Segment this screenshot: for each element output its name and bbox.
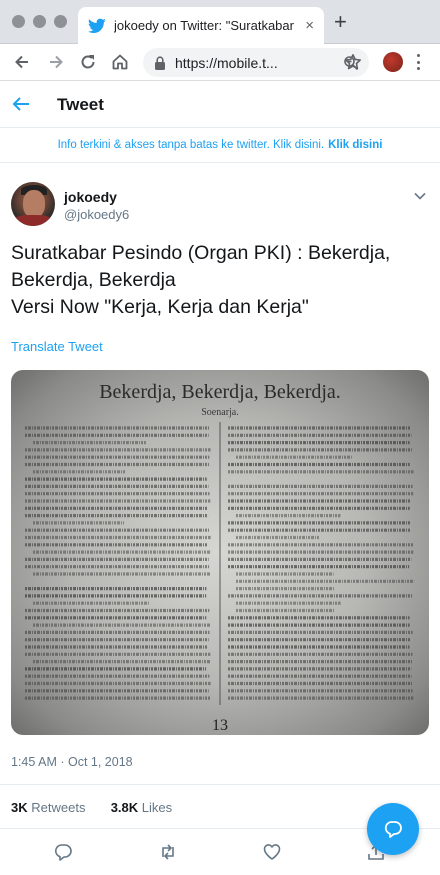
photo-page-number: 13 [212, 717, 228, 734]
reply-icon[interactable] [53, 842, 73, 862]
star-icon[interactable] [343, 52, 363, 72]
back-arrow-icon[interactable] [11, 94, 31, 114]
browser-tab-bar: jokoedy on Twitter: "Suratkabar × + [0, 0, 440, 44]
compose-tweet-button[interactable] [367, 803, 419, 855]
tab-close-icon[interactable]: × [305, 17, 314, 34]
back-arrow-icon[interactable] [12, 52, 32, 72]
user-name[interactable]: jokoedy [64, 189, 117, 205]
tweet-text-line: Versi Now "Kerja, Kerja dan Kerja" [11, 296, 309, 318]
reload-icon[interactable] [78, 52, 98, 72]
browser-tab[interactable]: jokoedy on Twitter: "Suratkabar × [78, 7, 324, 44]
home-icon[interactable] [110, 52, 130, 72]
twitter-bird-icon [88, 18, 106, 33]
translate-tweet-link[interactable]: Translate Tweet [11, 339, 103, 354]
zoom-window-button[interactable] [54, 15, 67, 28]
menu-icon[interactable] [415, 52, 421, 72]
newspaper-scan-image: Bekerdja, Bekerdja, Bekerdja. Soenarja. … [25, 381, 415, 734]
browser-toolbar: https://mobile.t... [0, 44, 440, 81]
banner-link[interactable]: Klik disini [328, 139, 382, 151]
photo-byline: Soenarja. [201, 407, 239, 418]
minimize-window-button[interactable] [33, 15, 46, 28]
window-controls [12, 15, 67, 28]
retweet-icon[interactable] [158, 842, 178, 862]
profile-icon[interactable] [383, 52, 403, 72]
tab-title: jokoedy on Twitter: "Suratkabar [114, 18, 294, 33]
tweet-text-line: Bekerdja, Bekerdja [11, 269, 176, 291]
divider [0, 784, 440, 785]
user-handle[interactable]: @jokoedy6 [64, 207, 129, 222]
chevron-down-icon[interactable] [413, 189, 427, 203]
lock-icon[interactable] [153, 55, 167, 71]
retweets-count[interactable]: 3K [11, 800, 28, 815]
new-tab-button[interactable]: + [334, 11, 347, 33]
tweet-stats: 3K Retweets 3.8K Likes [11, 800, 172, 815]
banner-text: Info terkini & akses tanpa batas ke twit… [57, 139, 325, 151]
like-icon[interactable] [262, 842, 282, 862]
promo-banner[interactable]: Info terkini & akses tanpa batas ke twit… [0, 128, 440, 163]
address-bar[interactable]: https://mobile.t... [143, 48, 369, 77]
tweet-text: Suratkabar Pesindo (Organ PKI) : Bekerdj… [11, 240, 426, 321]
close-window-button[interactable] [12, 15, 25, 28]
photo-headline: Bekerdja, Bekerdja, Bekerdja. [99, 381, 341, 403]
avatar[interactable] [11, 182, 55, 226]
tweet-timestamp[interactable]: 1:45 AM · Oct 1, 2018 [11, 755, 133, 769]
page-title: Tweet [57, 95, 104, 114]
compose-icon [384, 821, 402, 838]
url-text[interactable]: https://mobile.t... [175, 55, 343, 71]
likes-count[interactable]: 3.8K [111, 800, 138, 815]
likes-label[interactable]: Likes [142, 800, 172, 815]
page-header: Tweet [0, 81, 440, 128]
tweet-photo[interactable]: Bekerdja, Bekerdja, Bekerdja. Soenarja. … [11, 370, 429, 735]
tweet-text-line: Suratkabar Pesindo (Organ PKI) : Bekerdj… [11, 242, 391, 264]
retweets-label[interactable]: Retweets [31, 800, 85, 815]
forward-arrow-icon[interactable] [46, 52, 66, 72]
